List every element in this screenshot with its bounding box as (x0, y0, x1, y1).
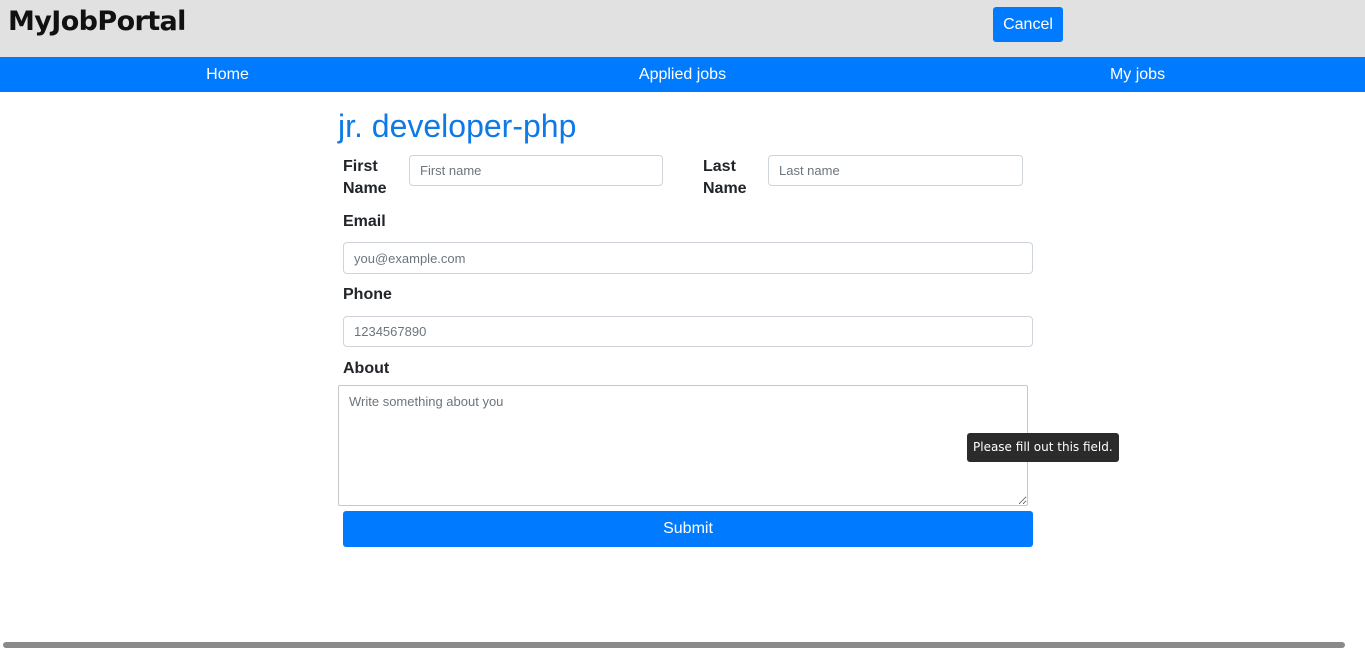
phone-label: Phone (343, 286, 392, 303)
phone-input[interactable] (343, 316, 1033, 347)
last-name-label-line1: Last (703, 158, 736, 175)
about-textarea[interactable] (338, 385, 1028, 506)
email-input[interactable] (343, 242, 1033, 274)
first-name-input[interactable] (409, 155, 663, 186)
nav-item-home[interactable]: Home (0, 57, 455, 92)
about-label: About (343, 360, 390, 377)
nav-item-my-jobs[interactable]: My jobs (910, 57, 1365, 92)
nav-item-applied-jobs[interactable]: Applied jobs (455, 57, 910, 92)
brand-logo[interactable]: MyJobPortal (8, 6, 186, 37)
job-title: jr. developer-php (338, 108, 577, 144)
first-name-label-line1: First (343, 158, 378, 175)
validation-tooltip: Please fill out this field. (967, 433, 1119, 462)
last-name-label-line2: Name (703, 180, 747, 197)
horizontal-scrollbar[interactable] (3, 642, 1345, 648)
first-name-label: First Name (343, 156, 387, 200)
first-name-label-line2: Name (343, 180, 387, 197)
top-header: MyJobPortal Cancel (0, 0, 1365, 57)
cancel-button[interactable]: Cancel (993, 7, 1063, 42)
submit-button[interactable]: Submit (343, 511, 1033, 547)
email-label: Email (343, 213, 386, 230)
last-name-input[interactable] (768, 155, 1023, 186)
main-nav: Home Applied jobs My jobs (0, 57, 1365, 92)
last-name-label: Last Name (703, 156, 747, 200)
